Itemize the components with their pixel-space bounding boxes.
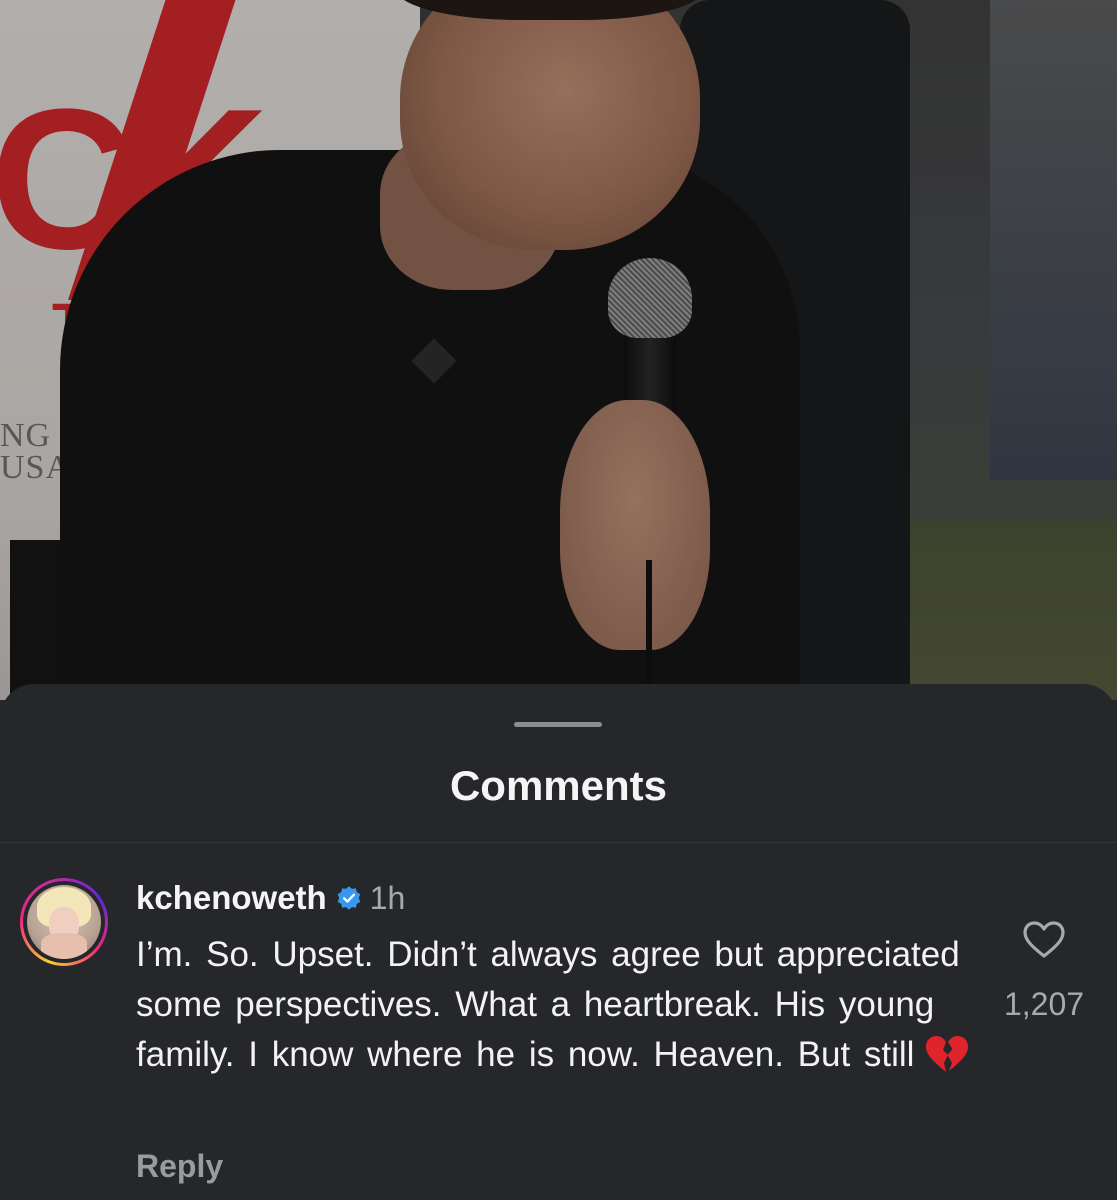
comment-timestamp: 1h (369, 880, 406, 916)
reply-button[interactable]: Reply (136, 1146, 223, 1186)
avatar-hands (41, 933, 87, 959)
like-heart-icon[interactable] (1022, 920, 1066, 960)
reel-video[interactable]: CK TO NG USA (0, 0, 1117, 700)
comment-text-content: I’m. So. Upset. Didn’t always agree but … (136, 935, 960, 1074)
header-divider (0, 842, 1117, 843)
comments-title: Comments (449, 762, 668, 809)
comment-text: I’m. So. Upset. Didn’t always agree but … (136, 930, 976, 1080)
avatar-story-ring[interactable] (20, 878, 108, 966)
comment-header: kchenoweth 1h (136, 878, 405, 918)
comment-username[interactable]: kchenoweth (136, 878, 327, 918)
comments-sheet: Comments kchenoweth 1h I’m. So. Upset. D… (0, 684, 1117, 1200)
media-dim-overlay (0, 0, 1117, 700)
screen: CK TO NG USA Comments (0, 0, 1117, 1200)
sheet-drag-handle[interactable] (514, 722, 602, 727)
verified-badge-icon (337, 886, 361, 910)
avatar[interactable] (27, 885, 101, 959)
like-count: 1,207 (1003, 986, 1085, 1022)
broken-heart-icon (926, 1036, 969, 1072)
